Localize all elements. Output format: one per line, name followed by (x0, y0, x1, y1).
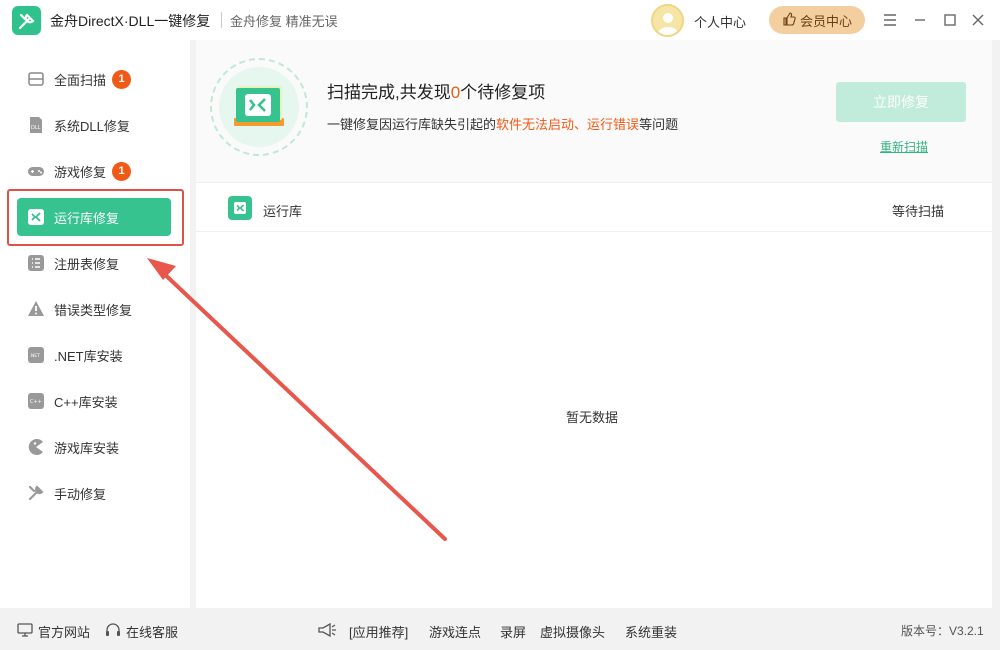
online-service-link[interactable]: 在线客服 (105, 622, 178, 641)
sidebar-item-game-repair[interactable]: 游戏修复 1 (17, 152, 171, 190)
sidebar-item-system-dll[interactable]: DLL 系统DLL修复 (17, 106, 171, 144)
title-divider (221, 12, 222, 28)
row-status: 等待扫描 (892, 204, 945, 219)
footer-bar: 官方网站 在线客服 [应用推荐] 游戏连点 录屏 虚拟摄像头 系统重装 版本号：… (0, 608, 1000, 650)
footer-link-system-reinstall[interactable]: 系统重装 (625, 622, 677, 641)
svg-text:C++: C++ (30, 399, 42, 405)
maximize-icon[interactable] (940, 10, 960, 30)
title-bar: 金舟DirectX·DLL一键修复 金舟修复 精准无误 个人中心 会员中心 (0, 0, 1000, 40)
registry-icon (27, 254, 45, 272)
dll-icon: DLL (27, 116, 45, 134)
scan-result-description: 一键修复因运行库缺失引起的软件无法启动、运行错误等问题 (327, 117, 679, 132)
sidebar-item-label: 游戏库安装 (54, 440, 120, 456)
dotnet-icon: .NET (27, 346, 45, 364)
footer-link-game-clicker[interactable]: 游戏连点 (429, 622, 481, 641)
sidebar-item-label: 游戏修复 (54, 164, 107, 180)
footer-link-virtual-camera[interactable]: 虚拟摄像头 (540, 622, 605, 641)
svg-text:.NET: .NET (30, 353, 41, 359)
menu-icon[interactable] (880, 10, 900, 30)
warning-icon (27, 300, 45, 318)
gamepad-icon (27, 162, 45, 180)
table-row: 运行库 等待扫描 (196, 184, 992, 232)
notification-badge: 1 (112, 69, 132, 89)
sidebar-item-label: 手动修复 (54, 486, 107, 502)
runtime-package-icon (234, 86, 284, 126)
thumbs-up-icon (782, 11, 796, 29)
rescan-link[interactable]: 重新扫描 (880, 138, 928, 155)
headset-icon (105, 622, 121, 641)
scan-result-title: 扫描完成,共发现0个待修复项 (327, 83, 546, 102)
sidebar: 全面扫描 1 DLL 系统DLL修复 游戏修复 1 运行库修复 注册表修复 错误… (0, 40, 190, 608)
app-recommend-label: [应用推荐] (349, 625, 409, 640)
personal-center-link[interactable]: 个人中心 (694, 12, 746, 31)
sidebar-item-label: 注册表修复 (54, 256, 120, 272)
cpp-icon: C++ (27, 392, 45, 410)
sidebar-item-label: 错误类型修复 (54, 302, 133, 318)
minimize-icon[interactable] (910, 10, 930, 30)
close-icon[interactable] (968, 10, 988, 30)
wrench-icon (27, 484, 45, 502)
scan-icon (27, 70, 45, 88)
repair-now-button[interactable]: 立即修复 (836, 82, 966, 122)
runtime-icon (228, 196, 252, 220)
highlight-box-annotation (7, 189, 184, 246)
notification-badge: 1 (112, 161, 132, 181)
monitor-icon (17, 623, 33, 640)
pacman-icon (27, 438, 45, 456)
app-subtitle: 金舟修复 精准无误 (230, 14, 338, 29)
scan-summary-header: 扫描完成,共发现0个待修复项 一键修复因运行库缺失引起的软件无法启动、运行错误等… (196, 40, 992, 183)
svg-text:DLL: DLL (31, 125, 41, 131)
sidebar-item-error-type-repair[interactable]: 错误类型修复 (17, 290, 171, 328)
sidebar-item-full-scan[interactable]: 全面扫描 1 (17, 60, 171, 98)
footer-link-screen-record[interactable]: 录屏 (500, 622, 526, 641)
sidebar-item-label: .NET库安装 (54, 348, 123, 364)
sidebar-item-manual-repair[interactable]: 手动修复 (17, 474, 171, 512)
sidebar-item-label: C++库安装 (54, 394, 118, 410)
sidebar-item-registry-repair[interactable]: 注册表修复 (17, 244, 171, 282)
sidebar-item-game-lib-install[interactable]: 游戏库安装 (17, 428, 171, 466)
empty-state-text: 暂无数据 (566, 410, 619, 425)
scan-result-count: 0 (450, 83, 461, 102)
sidebar-item-label: 系统DLL修复 (54, 118, 130, 134)
avatar[interactable] (651, 4, 684, 37)
sidebar-item-label: 全面扫描 (54, 72, 107, 88)
app-logo-icon (12, 6, 41, 35)
row-label: 运行库 (263, 204, 303, 219)
megaphone-icon (317, 622, 337, 638)
version-label: 版本号：V3.2.1 (901, 624, 984, 638)
app-title: 金舟DirectX·DLL一键修复 (50, 13, 211, 29)
vip-center-button[interactable]: 会员中心 (769, 6, 865, 34)
sidebar-item-cpp-install[interactable]: C++ C++库安装 (17, 382, 171, 420)
vip-center-label: 会员中心 (799, 13, 852, 29)
main-panel: 扫描完成,共发现0个待修复项 一键修复因运行库缺失引起的软件无法启动、运行错误等… (196, 40, 992, 608)
official-site-link[interactable]: 官方网站 (17, 622, 90, 641)
scan-status-ring (210, 58, 308, 156)
sidebar-item-dotnet-install[interactable]: .NET .NET库安装 (17, 336, 171, 374)
